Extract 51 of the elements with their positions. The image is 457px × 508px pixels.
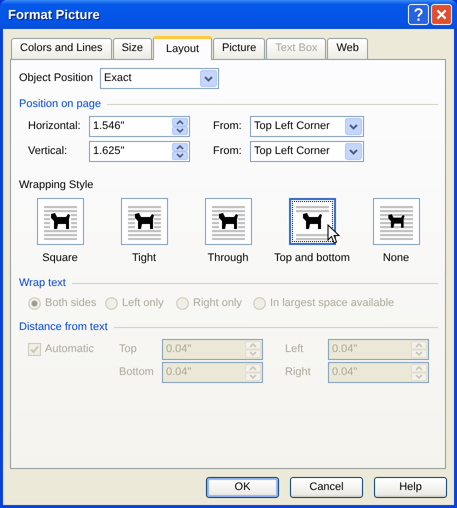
dog-icon xyxy=(126,203,162,240)
wrapping-style-label: Tight xyxy=(132,252,156,266)
wrapping-style-label: Top and bottom xyxy=(274,252,350,266)
tab[interactable]: Size xyxy=(112,38,152,59)
group-heading: Wrap text xyxy=(19,276,66,290)
radio-label: Left only xyxy=(122,296,164,310)
field-label: From: xyxy=(213,120,243,134)
dialog-button[interactable]: Cancel xyxy=(290,477,363,498)
spin-field[interactable]: 1.546" xyxy=(89,116,190,138)
wrapping-style-button[interactable] xyxy=(372,198,420,246)
cursor-icon xyxy=(326,224,340,246)
field-label: Object Position xyxy=(19,72,94,86)
field-label: Bottom xyxy=(119,366,155,380)
group-heading: Distance from text xyxy=(19,320,108,334)
wrapping-style-button[interactable] xyxy=(36,198,84,246)
spin-buttons-icon[interactable] xyxy=(172,143,188,160)
from-dropdown[interactable]: Top Left Corner xyxy=(250,116,364,138)
tab[interactable]: Colors and Lines xyxy=(11,38,112,59)
window-title: Format Picture xyxy=(8,6,101,22)
group-heading: Position on page xyxy=(19,98,101,112)
from-dropdown[interactable]: Top Left Corner xyxy=(250,141,364,162)
dog-icon xyxy=(42,203,78,240)
close-icon[interactable] xyxy=(431,4,452,25)
tab[interactable]: Layout xyxy=(152,36,212,60)
field-label: Top xyxy=(119,343,138,356)
tab[interactable]: Picture xyxy=(213,38,266,59)
group-label: Wrapping Style xyxy=(19,179,94,192)
radio-label: In largest space available xyxy=(270,296,394,310)
wrapping-style-button[interactable] xyxy=(120,198,168,246)
help-icon[interactable] xyxy=(408,4,429,25)
field-label: Vertical: xyxy=(28,145,68,158)
wrapping-style-label: Through xyxy=(208,252,248,266)
field-label: Left xyxy=(285,343,304,356)
radio-label: Right only xyxy=(193,296,242,310)
dog-icon xyxy=(294,203,330,240)
dialog-button[interactable]: OK xyxy=(206,477,279,498)
field-label: From: xyxy=(213,145,243,158)
object-position-dropdown[interactable]: Exact xyxy=(100,68,219,89)
checkbox-label: Automatic xyxy=(45,343,94,356)
radio-label: Both sides xyxy=(45,296,96,310)
spin-field[interactable]: 1.625" xyxy=(89,141,190,162)
wrapping-style-label: None xyxy=(382,252,410,266)
field-label: Right xyxy=(285,366,312,380)
dialog-button[interactable]: Help xyxy=(374,477,447,498)
wrapping-style-button[interactable] xyxy=(204,198,252,246)
dog-icon xyxy=(210,203,246,240)
spin-buttons-icon[interactable] xyxy=(172,118,188,136)
tab[interactable]: Web xyxy=(327,38,368,59)
wrapping-style-label: Square xyxy=(42,252,78,266)
dog-icon xyxy=(378,203,414,240)
field-label: Horizontal: xyxy=(28,120,82,134)
